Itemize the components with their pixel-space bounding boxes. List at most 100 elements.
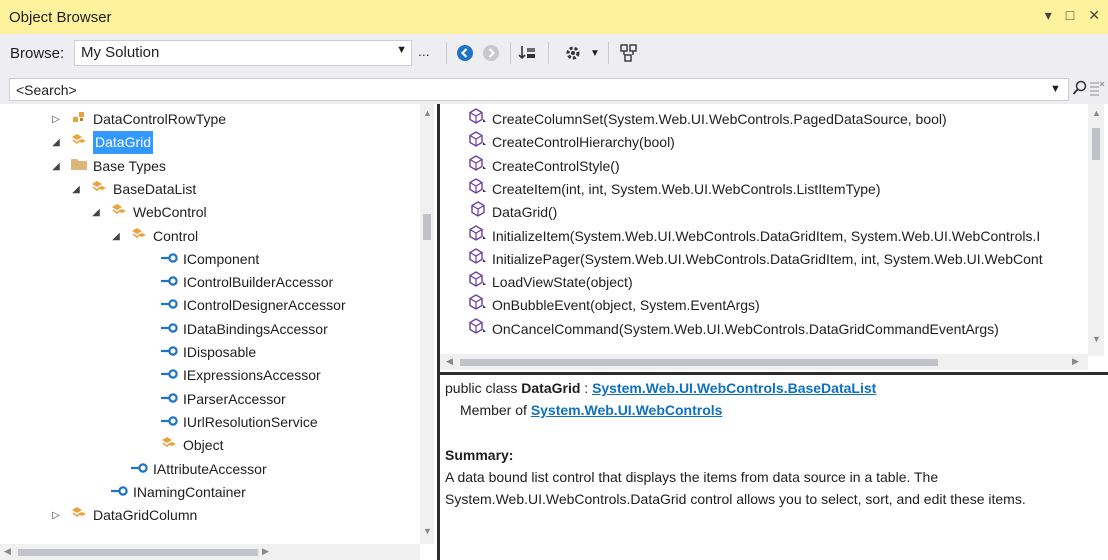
tree-item[interactable]: Object: [160, 434, 223, 457]
members-vertical-scrollbar[interactable]: ▲ ▼: [1088, 104, 1104, 356]
expand-icon[interactable]: ▷: [50, 504, 62, 527]
collapse-icon[interactable]: ◢: [70, 178, 82, 201]
member-item[interactable]: OnCancelCommand(System.Web.UI.WebControl…: [469, 317, 999, 341]
scroll-up-icon[interactable]: ▲: [423, 108, 432, 118]
dropdown-icon[interactable]: ▾: [1045, 7, 1052, 24]
search-input[interactable]: [9, 78, 1069, 101]
interface-icon: [160, 248, 178, 271]
chevron-down-icon[interactable]: ▼: [1050, 83, 1061, 95]
tree-vertical-scrollbar[interactable]: ▲ ▼: [420, 104, 434, 544]
tree-item[interactable]: INamingContainer: [110, 481, 246, 504]
tree-item[interactable]: ◢ BaseDataList: [70, 178, 196, 201]
collapse-icon[interactable]: ◢: [50, 155, 62, 178]
scroll-right-icon[interactable]: ▶: [262, 546, 269, 557]
tree-item-label: Control: [153, 227, 199, 244]
tree-item[interactable]: IParserAccessor: [160, 388, 286, 411]
scroll-right-icon[interactable]: ▶: [1072, 356, 1079, 367]
forward-icon[interactable]: [480, 41, 502, 65]
tree-item[interactable]: IDataBindingsAccessor: [160, 318, 328, 341]
member-item[interactable]: LoadViewState(object): [469, 271, 633, 294]
description-pane: public class DataGrid : System.Web.UI.We…: [440, 375, 1108, 560]
sort-icon[interactable]: [516, 41, 538, 65]
scrollbar-thumb[interactable]: [460, 359, 938, 366]
scrollbar-thumb[interactable]: [18, 549, 258, 556]
maximize-icon[interactable]: □: [1066, 7, 1074, 24]
member-item-label: InitializePager(System.Web.UI.WebControl…: [492, 250, 1043, 267]
scroll-down-icon[interactable]: ▼: [1092, 334, 1101, 344]
add-reference-icon[interactable]: [618, 41, 640, 65]
tree-item[interactable]: ◢ DataGrid: [50, 131, 154, 155]
tree-item[interactable]: IControlDesignerAccessor: [160, 294, 346, 317]
member-item-label: CreateItem(int, int, System.Web.UI.WebCo…: [492, 180, 881, 197]
method-icon: [469, 201, 487, 224]
member-item[interactable]: CreateControlStyle(): [469, 154, 620, 178]
member-item-label: CreateControlStyle(): [492, 157, 620, 174]
tree-item[interactable]: IComponent: [160, 248, 259, 271]
member-item[interactable]: CreateControlHierarchy(bool): [469, 131, 675, 154]
class-icon: [160, 434, 178, 457]
member-item[interactable]: CreateColumnSet(System.Web.UI.WebControl…: [469, 108, 947, 131]
tree-item-label: IComponent: [183, 250, 260, 267]
collapse-icon[interactable]: ◢: [110, 225, 122, 248]
objects-tree: ▷ DataControlRowType ◢ DataGrid ◢ Base Types ◢…: [0, 104, 438, 560]
tree-item[interactable]: IExpressionsAccessor: [160, 364, 321, 387]
expand-icon[interactable]: ▷: [50, 108, 62, 131]
scrollbar-thumb[interactable]: [423, 214, 431, 240]
browse-select[interactable]: My Solution ▼: [74, 40, 412, 66]
member-item-label: OnBubbleEvent(object, System.EventArgs): [492, 297, 760, 314]
tree-item[interactable]: ▷ DataControlRowType: [50, 108, 226, 131]
base-type-link[interactable]: System.Web.UI.WebControls.BaseDataList: [592, 380, 876, 396]
tree-item[interactable]: ◢ WebControl: [90, 201, 207, 224]
search-bar: ▼: [0, 74, 1108, 104]
class-icon: [70, 131, 88, 154]
summary-line: System.Web.UI.WebControls.DataGrid contr…: [445, 491, 1026, 507]
member-item[interactable]: OnBubbleEvent(object, System.EventArgs): [469, 294, 760, 317]
browse-ellipsis-button[interactable]: ...: [418, 43, 430, 59]
back-icon[interactable]: [454, 41, 476, 65]
settings-icon[interactable]: [562, 41, 584, 65]
toolbar-separator: [608, 42, 609, 64]
tree-item[interactable]: IControlBuilderAccessor: [160, 271, 333, 294]
interface-icon: [130, 458, 148, 481]
namespace-link[interactable]: System.Web.UI.WebControls: [531, 402, 723, 418]
member-item-label: InitializeItem(System.Web.UI.WebControls…: [492, 227, 1041, 244]
scroll-down-icon[interactable]: ▼: [423, 526, 432, 536]
protected-method-icon: [469, 294, 487, 317]
collapse-icon[interactable]: ◢: [90, 201, 102, 224]
search-icon[interactable]: [1072, 80, 1088, 99]
tree-item-label: IControlBuilderAccessor: [183, 274, 334, 291]
scroll-left-icon[interactable]: ◀: [446, 356, 453, 367]
toolbar: Browse: My Solution ▼ ... ▼: [0, 34, 1108, 75]
protected-method-icon: [469, 154, 487, 178]
tree-horizontal-scrollbar[interactable]: ◀ ▶: [0, 544, 420, 560]
tree-item-label: IControlDesignerAccessor: [183, 297, 346, 314]
scroll-up-icon[interactable]: ▲: [1092, 108, 1101, 118]
scroll-left-icon[interactable]: ◀: [4, 546, 11, 557]
member-item-label: CreateColumnSet(System.Web.UI.WebControl…: [492, 111, 947, 127]
close-icon[interactable]: ✕: [1088, 7, 1100, 24]
window-title: Object Browser: [9, 8, 112, 26]
scrollbar-thumb[interactable]: [1092, 128, 1100, 160]
member-item[interactable]: CreateItem(int, int, System.Web.UI.WebCo…: [469, 178, 881, 201]
tree-item[interactable]: IDisposable: [160, 341, 256, 364]
member-item[interactable]: InitializePager(System.Web.UI.WebControl…: [469, 247, 1043, 271]
members-horizontal-scrollbar[interactable]: ◀ ▶: [440, 354, 1088, 370]
tree-item-label: BaseDataList: [113, 180, 197, 197]
tree-item[interactable]: ◢ Base Types: [50, 155, 166, 178]
declaration-name: DataGrid: [521, 380, 581, 396]
tree-item-label: DataControlRowType: [93, 111, 227, 127]
protected-method-icon: [469, 271, 487, 294]
tree-item-label: IAttributeAccessor: [153, 460, 267, 477]
tree-item[interactable]: IUrlResolutionService: [160, 411, 318, 434]
tree-item[interactable]: ▷ DataGridColumn: [50, 504, 197, 527]
clear-search-icon[interactable]: [1089, 80, 1105, 99]
tree-item-label: IDataBindingsAccessor: [183, 320, 328, 337]
chevron-down-icon[interactable]: ▼: [590, 48, 600, 59]
tree-item[interactable]: ◢ Control: [110, 225, 198, 248]
member-item[interactable]: DataGrid(): [469, 201, 557, 224]
collapse-icon[interactable]: ◢: [50, 131, 62, 154]
member-item[interactable]: InitializeItem(System.Web.UI.WebControls…: [469, 224, 1041, 248]
browse-label: Browse:: [10, 45, 65, 62]
tree-item[interactable]: IAttributeAccessor: [130, 458, 267, 481]
member-item-label: DataGrid(): [492, 204, 558, 221]
